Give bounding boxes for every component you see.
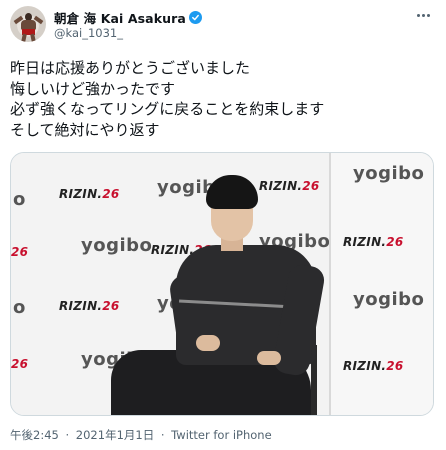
yogibo-logo: yogibo	[353, 163, 425, 184]
yogibo-logo: o	[13, 297, 26, 318]
separator: ·	[160, 428, 165, 442]
tweet-card: 朝倉 海 Kai Asakura @kai_1031_ 昨日は応援ありがとうござ…	[0, 0, 446, 450]
rizin-logo: 26	[11, 357, 29, 371]
backdrop-panel: yogibo RIZIN.26 yogibo RIZIN.26	[329, 153, 433, 415]
fighter-hand	[196, 335, 220, 351]
yogibo-logo: o	[13, 189, 26, 210]
tweet-metadata: 午後2:45 · 2021年1月1日 · Twitter for iPhone	[10, 427, 272, 443]
seated-fighter	[101, 175, 327, 415]
rizin-logo: RIZIN.26	[343, 359, 404, 373]
display-name[interactable]: 朝倉 海 Kai Asakura	[54, 8, 186, 27]
tweet-text-line: 昨日は応援ありがとうございました	[10, 59, 251, 77]
tweet-text-line: 必ず強くなってリングに戻ることを約束します	[10, 100, 325, 118]
tweet-text-line: 悔しいけど強かったです	[10, 79, 176, 98]
verified-badge-icon	[188, 10, 202, 24]
tweet-source[interactable]: Twitter for iPhone	[171, 428, 272, 442]
name-row: 朝倉 海 Kai Asakura	[54, 8, 202, 27]
tweet-photo[interactable]: RIZIN.26 yogibo RIZIN.26 o yogibo RIZIN.…	[10, 152, 434, 416]
rizin-logo: RIZIN.26	[343, 235, 404, 249]
fighter-hand	[257, 351, 281, 365]
fighter-hair	[206, 175, 258, 209]
user-handle[interactable]: @kai_1031_	[54, 26, 123, 40]
separator: ·	[65, 428, 70, 442]
tweet-text: 昨日は応援ありがとうございました 悔しいけど強かったです 必ず強くなってリングに…	[10, 58, 430, 140]
avatar[interactable]	[10, 6, 46, 42]
more-options-icon[interactable]	[417, 10, 430, 20]
yogibo-logo: yogibo	[353, 289, 425, 310]
tweet-date[interactable]: 2021年1月1日	[76, 428, 154, 442]
tweet-time[interactable]: 午後2:45	[10, 428, 59, 442]
tweet-text-line: そして絶対にやり返す	[10, 120, 160, 139]
avatar-figure	[21, 33, 27, 42]
rizin-logo: 26	[11, 245, 29, 259]
